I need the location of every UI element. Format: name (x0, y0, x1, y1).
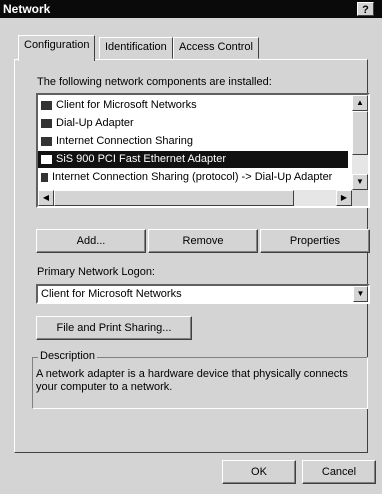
list-item-selected[interactable]: SiS 900 PCI Fast Ethernet Adapter (38, 151, 348, 168)
horizontal-scrollbar[interactable]: ◀ ▶ (38, 190, 352, 206)
properties-button[interactable]: Properties (260, 229, 370, 253)
list-item-label: Internet Connection Sharing (56, 135, 193, 147)
network-client-icon (41, 100, 52, 110)
components-heading: The following network components are ins… (37, 76, 272, 88)
vertical-scrollbar[interactable]: ▲ ▼ (352, 95, 368, 190)
tab-configuration[interactable]: Configuration (18, 35, 96, 61)
primary-logon-value: Client for Microsoft Networks (41, 288, 182, 300)
network-adapter-icon (41, 154, 52, 164)
description-text: A network adapter is a hardware device t… (36, 368, 348, 393)
help-button[interactable]: ? (357, 2, 374, 16)
network-dialog: Network ? Configuration Identification A… (0, 0, 382, 494)
horizontal-scroll-thumb[interactable] (54, 190, 294, 206)
add-button[interactable]: Add... (36, 229, 146, 253)
dropdown-arrow-icon[interactable]: ▼ (353, 286, 368, 302)
tab-identification[interactable]: Identification (99, 37, 173, 59)
list-item-label: Client for Microsoft Networks (56, 99, 197, 111)
scroll-corner (352, 190, 368, 206)
primary-logon-select[interactable]: Client for Microsoft Networks ▼ (36, 284, 370, 304)
scroll-right-icon[interactable]: ▶ (336, 190, 352, 206)
remove-button[interactable]: Remove (148, 229, 258, 253)
cancel-button[interactable]: Cancel (302, 460, 376, 484)
tab-access-control[interactable]: Access Control (173, 37, 259, 59)
scroll-down-icon[interactable]: ▼ (352, 174, 368, 190)
network-adapter-icon (41, 136, 52, 146)
scroll-left-icon[interactable]: ◀ (38, 190, 54, 206)
scroll-up-icon[interactable]: ▲ (352, 95, 368, 111)
list-item-label: Internet Connection Sharing (protocol) -… (52, 171, 333, 183)
list-item[interactable]: Internet Connection Sharing (protocol) -… (38, 169, 348, 186)
file-print-sharing-button[interactable]: File and Print Sharing... (36, 316, 192, 340)
list-item-label: SiS 900 PCI Fast Ethernet Adapter (56, 153, 226, 165)
list-item-label: Dial-Up Adapter (56, 117, 134, 129)
network-adapter-icon (41, 118, 52, 128)
description-title: Description (38, 350, 98, 362)
primary-logon-label: Primary Network Logon: (37, 266, 155, 278)
title-bar[interactable]: Network ? (0, 0, 382, 18)
list-item[interactable]: Client for Microsoft Networks (38, 97, 348, 114)
window-title: Network (3, 2, 51, 16)
list-item[interactable]: Internet Connection Sharing (38, 133, 348, 150)
vertical-scroll-thumb[interactable] (352, 111, 368, 155)
protocol-icon (41, 172, 48, 182)
components-listbox[interactable]: Client for Microsoft Networks Dial-Up Ad… (36, 93, 370, 208)
ok-button[interactable]: OK (222, 460, 296, 484)
list-item[interactable]: Dial-Up Adapter (38, 115, 348, 132)
